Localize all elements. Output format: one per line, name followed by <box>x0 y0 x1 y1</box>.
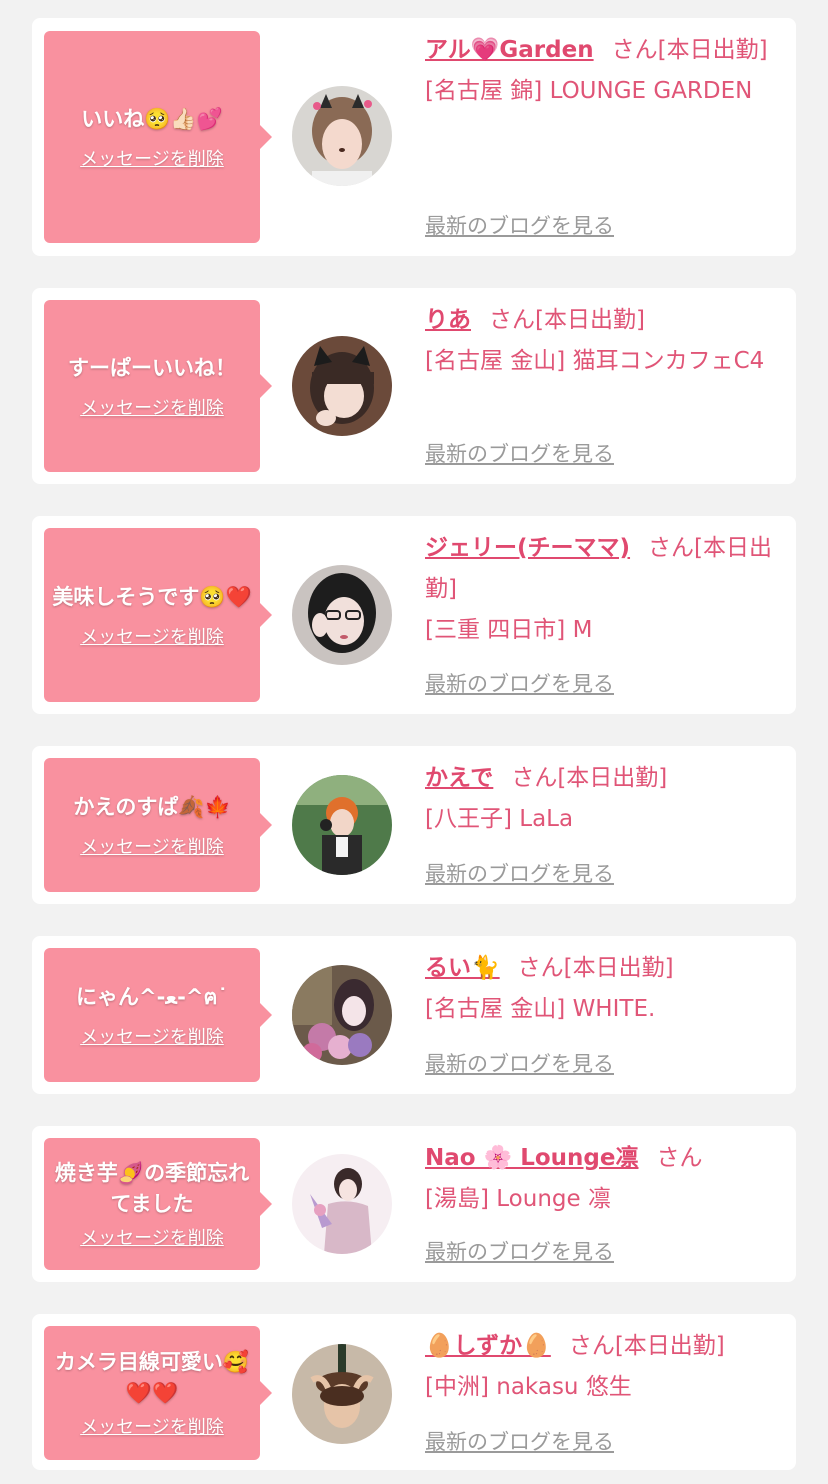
honorific: さん <box>517 955 564 981</box>
shop-name: [名古屋 錦] LOUNGE GARDEN <box>425 78 753 104</box>
message-bubble: いいね🥺👍🏻💕 メッセージを削除 <box>44 31 272 243</box>
list-item: カメラ目線可愛い🥰❤️❤️ メッセージを削除 🥚しずか🥚 さん[本日出勤] [中洲… <box>32 1314 796 1470</box>
delete-message-link[interactable]: メッセージを削除 <box>80 1027 224 1049</box>
shop-name: [名古屋 金山] WHITE. <box>425 996 656 1022</box>
latest-blog-link[interactable]: 最新のブログを見る <box>425 858 614 888</box>
status-badge: [本日出勤] <box>657 37 768 63</box>
delete-message-link[interactable]: メッセージを削除 <box>80 398 224 420</box>
latest-blog-link[interactable]: 最新のブログを見る <box>425 1236 614 1266</box>
delete-message-link[interactable]: メッセージを削除 <box>80 627 224 649</box>
list-item: かえのすぱ🍂🍁 メッセージを削除 かえで さん[本日出勤] [八王子] LaLa … <box>32 746 796 904</box>
status-badge: [本日出勤] <box>557 765 668 791</box>
list-item: 美味しそうです🥺❤️ メッセージを削除 ジェリー(チーママ) さん[本日出勤] [… <box>32 516 796 714</box>
message-text: かえのすぱ🍂🍁 <box>73 794 231 819</box>
cast-name-link[interactable]: Nao 🌸 Lounge凛 <box>425 1145 639 1171</box>
message-bubble: 美味しそうです🥺❤️ メッセージを削除 <box>44 528 272 702</box>
delete-message-link[interactable]: メッセージを削除 <box>80 149 224 171</box>
honorific: さん <box>489 307 535 333</box>
cast-name-link[interactable]: りあ <box>425 307 471 333</box>
delete-message-link[interactable]: メッセージを削除 <box>80 1228 224 1250</box>
list-item: すーぱーいいね！ メッセージを削除 りあ さん[本日出勤] [名古屋 金山] 猫耳… <box>32 288 796 484</box>
message-text: にゃん^-ﻌ-^ฅ˙ <box>75 984 229 1009</box>
latest-blog-link[interactable]: 最新のブログを見る <box>425 1048 614 1078</box>
honorific: さん <box>568 1333 615 1359</box>
honorific: さん <box>656 1145 703 1171</box>
avatar[interactable] <box>292 86 392 186</box>
cast-info: 🥚しずか🥚 さん[本日出勤] [中洲] nakasu 悠生 <box>425 1326 785 1408</box>
message-text: いいね🥺👍🏻💕 <box>81 106 223 131</box>
delete-message-link[interactable]: メッセージを削除 <box>80 1417 224 1439</box>
profile-photo-icon <box>292 965 392 1065</box>
profile-photo-icon <box>292 336 392 436</box>
message-bubble: すーぱーいいね！ メッセージを削除 <box>44 300 272 472</box>
cast-name-link[interactable]: るい🐈 <box>425 955 500 981</box>
message-text: カメラ目線可愛い🥰❤️❤️ <box>54 1350 250 1405</box>
cast-name-link[interactable]: 🥚しずか🥚 <box>425 1333 551 1359</box>
cast-info: Nao 🌸 Lounge凛 さん [湯島] Lounge 凛 <box>425 1138 785 1220</box>
cast-info: るい🐈 さん[本日出勤] [名古屋 金山] WHITE. <box>425 948 785 1030</box>
honorific: さん <box>648 535 695 561</box>
message-text: 美味しそうです🥺❤️ <box>52 584 252 609</box>
shop-name: [中洲] nakasu 悠生 <box>425 1374 632 1400</box>
status-badge: [本日出勤] <box>614 1333 725 1359</box>
avatar[interactable] <box>292 565 392 665</box>
list-item: にゃん^-ﻌ-^ฅ˙ メッセージを削除 るい🐈 さん[本日出勤] [名古屋 金山]… <box>32 936 796 1094</box>
shop-name: [湯島] Lounge 凛 <box>425 1186 611 1212</box>
cast-name-link[interactable]: アル💗Garden <box>425 37 594 63</box>
latest-blog-link[interactable]: 最新のブログを見る <box>425 438 614 468</box>
cast-info: かえで さん[本日出勤] [八王子] LaLa <box>425 758 785 840</box>
latest-blog-link[interactable]: 最新のブログを見る <box>425 210 614 240</box>
honorific: さん <box>511 765 558 791</box>
profile-photo-icon <box>292 86 392 186</box>
avatar[interactable] <box>292 965 392 1065</box>
delete-message-link[interactable]: メッセージを削除 <box>80 837 224 859</box>
shop-name: [名古屋 金山] 猫耳コンカフェC4 <box>425 348 765 374</box>
avatar[interactable] <box>292 336 392 436</box>
avatar[interactable] <box>292 775 392 875</box>
status-badge: [本日出勤] <box>563 955 674 981</box>
profile-photo-icon <box>292 565 392 665</box>
message-text: すーぱーいいね！ <box>68 355 236 380</box>
avatar[interactable] <box>292 1344 392 1444</box>
status-badge: [本日出勤] <box>535 307 645 333</box>
message-bubble: 焼き芋🍠の季節忘れてました メッセージを削除 <box>44 1138 272 1270</box>
latest-blog-link[interactable]: 最新のブログを見る <box>425 1426 614 1456</box>
honorific: さん <box>611 37 658 63</box>
message-bubble: カメラ目線可愛い🥰❤️❤️ メッセージを削除 <box>44 1326 272 1460</box>
profile-photo-icon <box>292 1154 392 1254</box>
cast-info: アル💗Garden さん[本日出勤] [名古屋 錦] LOUNGE GARDEN <box>425 30 785 112</box>
message-bubble: かえのすぱ🍂🍁 メッセージを削除 <box>44 758 272 892</box>
cast-name-link[interactable]: かえで <box>425 765 493 791</box>
list-item: いいね🥺👍🏻💕 メッセージを削除 アル💗Garden さん[本日出勤] [名古屋 … <box>32 18 796 256</box>
profile-photo-icon <box>292 775 392 875</box>
latest-blog-link[interactable]: 最新のブログを見る <box>425 668 614 698</box>
list-item: 焼き芋🍠の季節忘れてました メッセージを削除 Nao 🌸 Lounge凛 さん [… <box>32 1126 796 1282</box>
message-text: 焼き芋🍠の季節忘れてました <box>54 1161 250 1216</box>
cast-name-link[interactable]: ジェリー(チーママ) <box>425 535 630 561</box>
avatar[interactable] <box>292 1154 392 1254</box>
message-bubble: にゃん^-ﻌ-^ฅ˙ メッセージを削除 <box>44 948 272 1082</box>
cast-info: りあ さん[本日出勤] [名古屋 金山] 猫耳コンカフェC4 <box>425 300 785 382</box>
profile-photo-icon <box>292 1344 392 1444</box>
cast-info: ジェリー(チーママ) さん[本日出勤] [三重 四日市] M <box>425 528 785 651</box>
shop-name: [八王子] LaLa <box>425 806 574 832</box>
shop-name: [三重 四日市] M <box>425 617 593 643</box>
